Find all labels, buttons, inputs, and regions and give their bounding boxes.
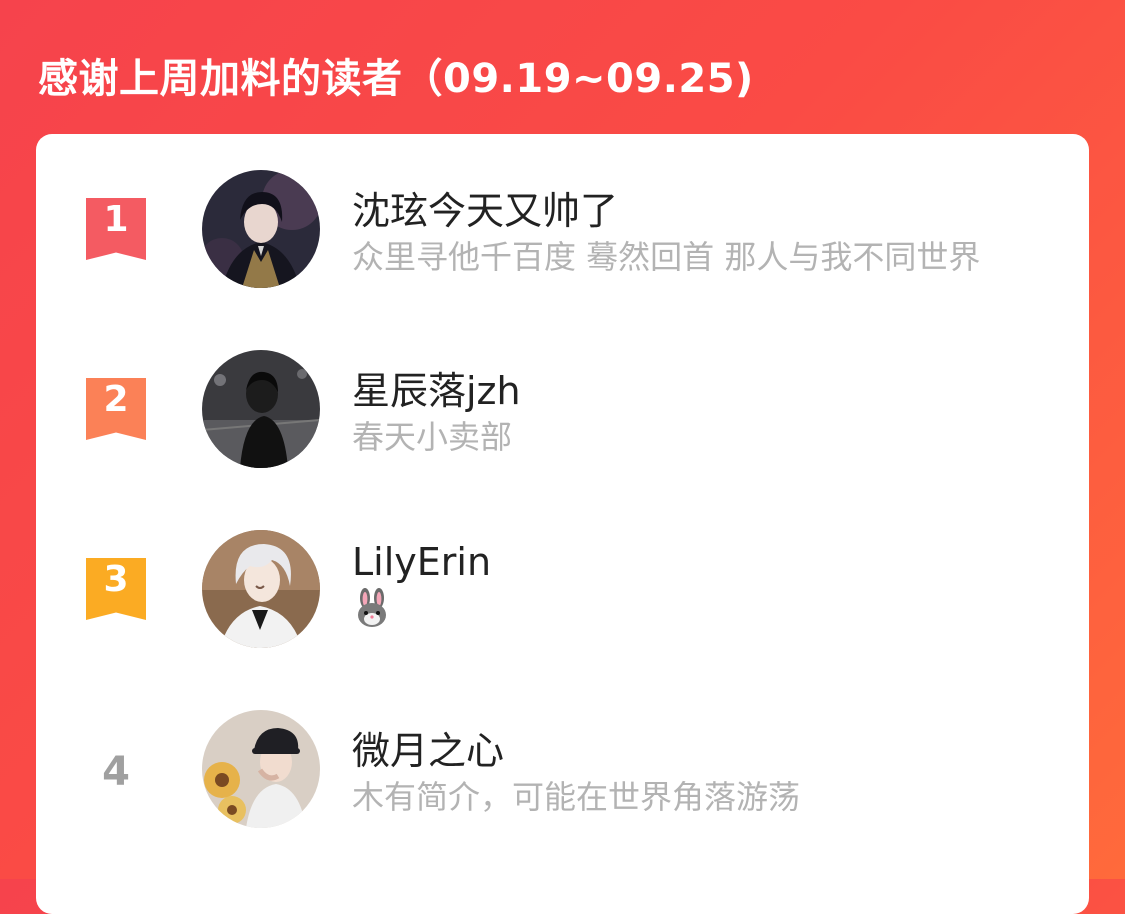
reader-name[interactable]: 沈玹今天又帅了 xyxy=(352,180,618,235)
reader-avatar[interactable] xyxy=(202,350,320,468)
reader-avatar[interactable] xyxy=(202,170,320,288)
rank-number: 4 xyxy=(102,749,130,795)
reader-name[interactable]: 星辰落jzh xyxy=(352,360,521,415)
rabbit-emoji-icon xyxy=(352,588,392,628)
reader-name[interactable]: 微月之心 xyxy=(352,720,504,775)
rank-1-ribbon-icon: 1 xyxy=(86,198,146,260)
reader-row-1[interactable]: 1 沈玹今天又帅了 众里寻他千百度 蓦然回首 那人与我不同世界 xyxy=(36,170,1089,290)
reader-bio: 木有简介，可能在世界角落游荡 xyxy=(352,778,801,816)
reader-bio: 春天小卖部 xyxy=(352,418,513,456)
page-title: 感谢上周加料的读者（09.19~09.25) xyxy=(38,56,754,102)
reader-row-3[interactable]: 3 LilyErin xyxy=(36,530,1089,650)
reader-avatar[interactable] xyxy=(202,710,320,828)
avatar-dark-haired-anime-man-icon xyxy=(202,170,320,288)
rank-3-ribbon-icon: 3 xyxy=(86,558,146,620)
avatar-white-haired-anime-man-icon xyxy=(202,530,320,648)
reader-row-2[interactable]: 2 星辰落jzh 春天小卖部 xyxy=(36,350,1089,470)
rank-number: 3 xyxy=(103,559,129,600)
rank-number: 1 xyxy=(103,199,129,240)
reader-avatar[interactable] xyxy=(202,530,320,648)
avatar-night-street-person-icon xyxy=(202,350,320,468)
reader-bio: 众里寻他千百度 蓦然回首 那人与我不同世界 xyxy=(352,238,981,276)
avatar-girl-with-flowers-icon xyxy=(202,710,320,828)
reader-name[interactable]: LilyErin xyxy=(352,540,491,584)
rank-2-ribbon-icon: 2 xyxy=(86,378,146,440)
reader-row-4[interactable]: 4 微月之心 木有简介，可能在世界角落游荡 xyxy=(36,710,1089,830)
rank-number: 2 xyxy=(103,379,129,420)
reader-ranking-card: 1 沈玹今天又帅了 众里寻他千百度 蓦然回首 那人与我不同世界 2 星辰落jzh… xyxy=(36,134,1089,914)
